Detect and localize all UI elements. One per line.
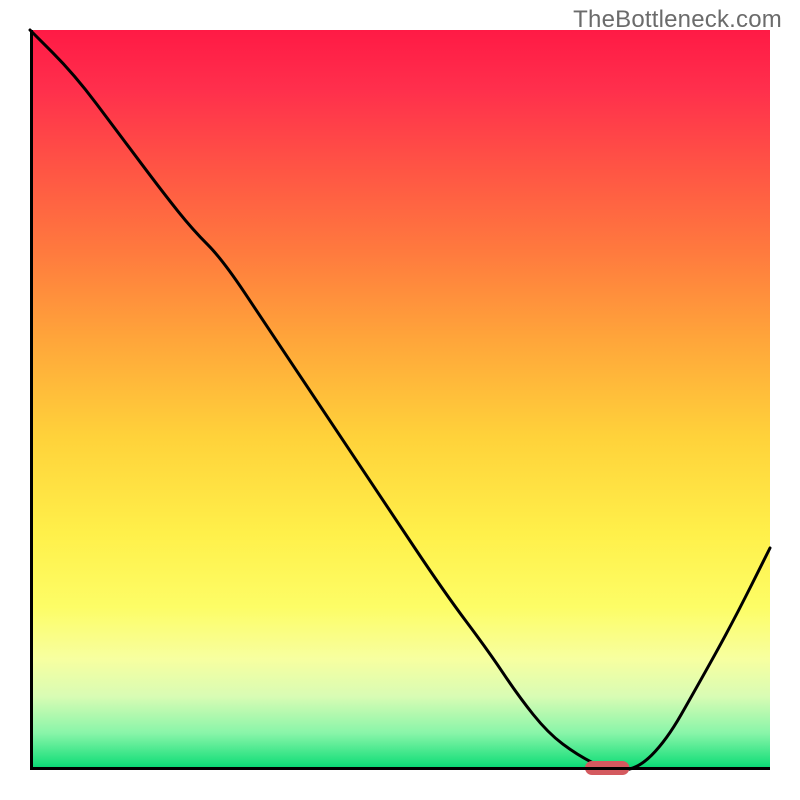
bottleneck-curve	[30, 30, 770, 770]
watermark-text: TheBottleneck.com	[573, 6, 782, 34]
optimal-marker	[585, 761, 629, 775]
chart-container: TheBottleneck.com	[0, 0, 800, 800]
plot-area	[30, 30, 770, 770]
